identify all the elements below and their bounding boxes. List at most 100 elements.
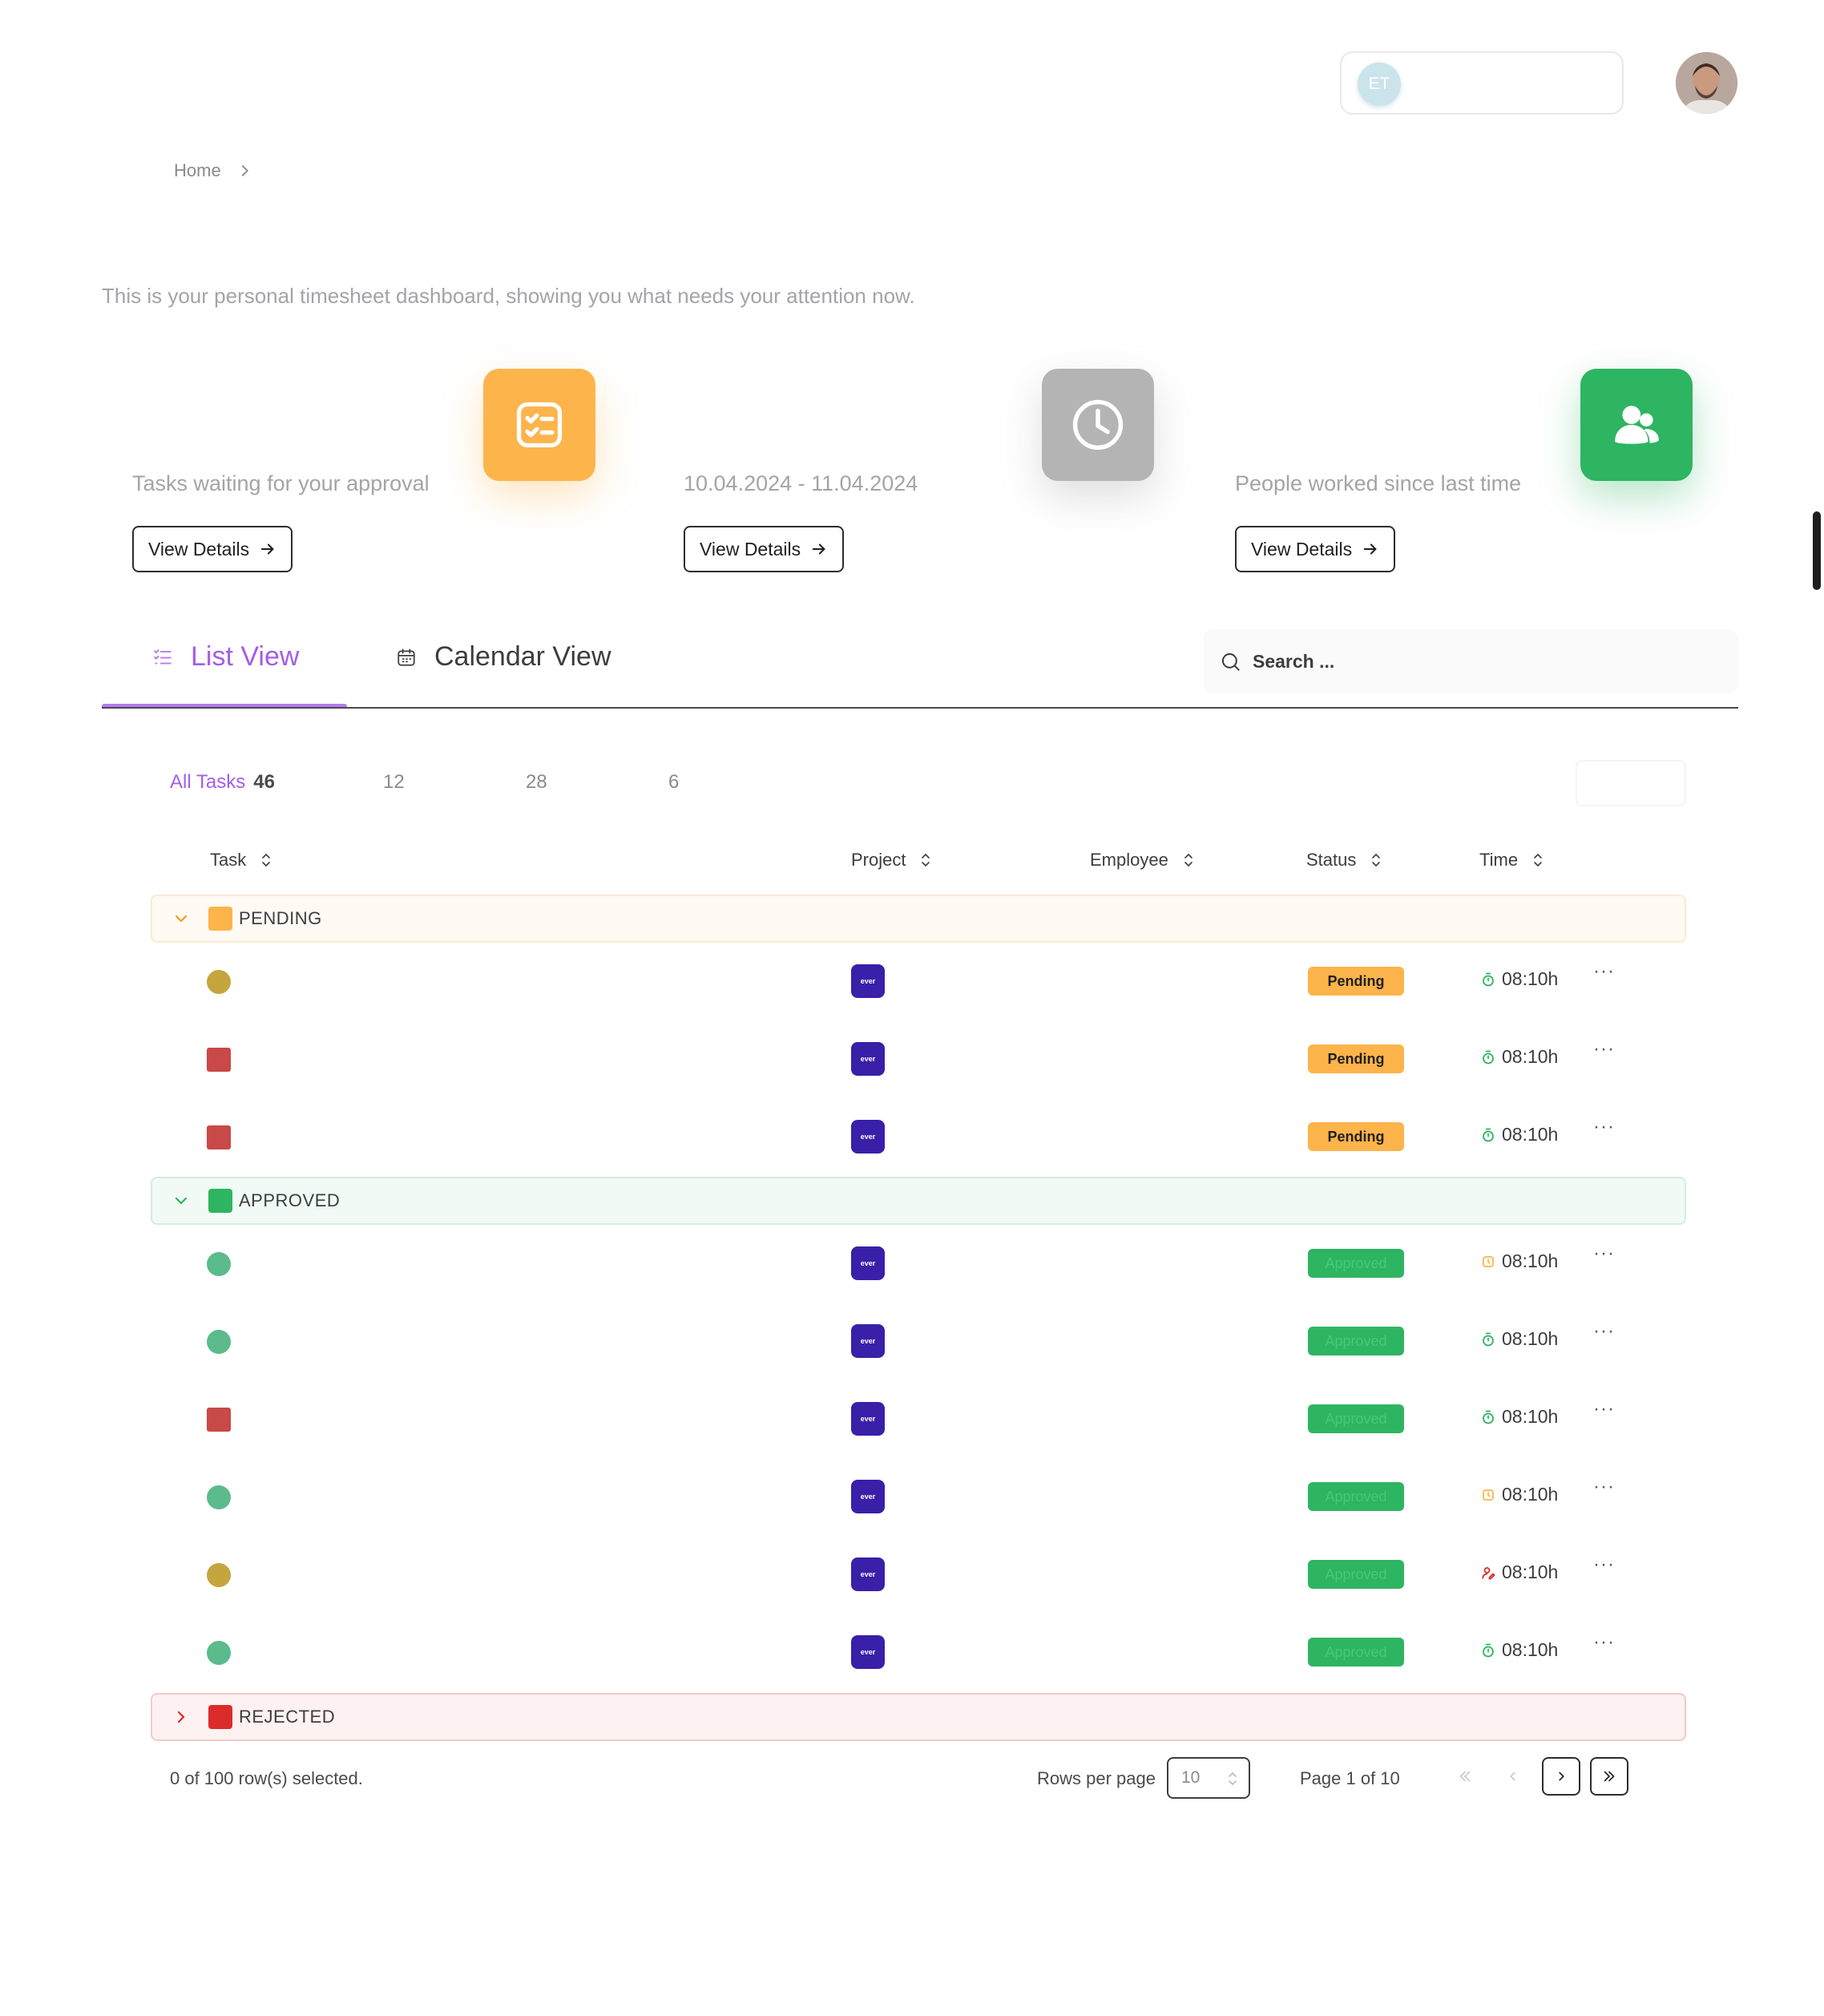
page-indicator: Page 1 of 10 bbox=[1300, 1768, 1400, 1788]
time-cell: 08:10h bbox=[1481, 1250, 1558, 1272]
filter-all-tasks[interactable]: All Tasks 46 bbox=[170, 771, 275, 794]
more-options-icon[interactable]: ··· bbox=[1593, 1242, 1615, 1265]
breadcrumb-home[interactable]: Home bbox=[174, 160, 221, 181]
filter-approved[interactable]: 28 bbox=[526, 771, 547, 794]
time-value: 08:10h bbox=[1502, 1406, 1559, 1427]
calendar-icon bbox=[397, 648, 415, 666]
next-page-button[interactable] bbox=[1542, 1757, 1580, 1796]
view-details-button[interactable]: View Details bbox=[1235, 526, 1396, 572]
list-icon bbox=[154, 648, 172, 665]
status-badge: Approved bbox=[1308, 1249, 1404, 1278]
more-options-icon[interactable]: ··· bbox=[1593, 1631, 1615, 1654]
search-input[interactable] bbox=[1253, 650, 1701, 673]
user-avatar[interactable] bbox=[1676, 52, 1737, 114]
arrow-right-icon bbox=[260, 543, 274, 555]
stat-card-approval: Tasks waiting for your approval View Det… bbox=[102, 369, 595, 577]
project-logo: ever bbox=[851, 964, 885, 998]
status-badge: Approved bbox=[1308, 1482, 1404, 1511]
sort-icon bbox=[922, 853, 930, 867]
group-color-swatch bbox=[208, 1705, 232, 1729]
table-row[interactable]: ever Approved 08:10h ··· bbox=[151, 1536, 1686, 1613]
status-badge: Approved bbox=[1308, 1404, 1404, 1433]
more-options-icon[interactable]: ··· bbox=[1593, 1038, 1615, 1061]
more-options-icon[interactable]: ··· bbox=[1593, 1553, 1615, 1576]
group-header-rejected[interactable]: REJECTED bbox=[151, 1693, 1686, 1741]
column-header-task[interactable]: Task bbox=[210, 850, 272, 871]
team-selector[interactable]: ET bbox=[1340, 51, 1624, 115]
more-options-icon[interactable]: ··· bbox=[1593, 960, 1615, 983]
more-options-icon[interactable]: ··· bbox=[1593, 1320, 1615, 1343]
tab-calendar-view[interactable]: Calendar View bbox=[396, 641, 611, 673]
more-options-icon[interactable]: ··· bbox=[1593, 1476, 1615, 1498]
project-logo: ever bbox=[851, 1635, 885, 1669]
table-row[interactable]: ever Pending 08:10h ··· bbox=[151, 943, 1686, 1020]
table-row[interactable]: ever Approved 08:10h ··· bbox=[151, 1458, 1686, 1535]
timer-icon bbox=[1481, 1050, 1495, 1065]
chevron-right-icon bbox=[241, 164, 248, 177]
filter-options-button[interactable] bbox=[1576, 760, 1686, 806]
last-page-button[interactable] bbox=[1590, 1757, 1628, 1796]
filter-rejected[interactable]: 6 bbox=[668, 771, 679, 794]
column-label: Project bbox=[851, 850, 906, 870]
filter-pending[interactable]: 12 bbox=[383, 771, 405, 794]
view-details-button[interactable]: View Details bbox=[132, 526, 293, 572]
time-value: 08:10h bbox=[1502, 968, 1559, 989]
chevron-right-icon[interactable] bbox=[172, 1707, 191, 1727]
chevron-down-icon[interactable] bbox=[172, 1191, 191, 1210]
filter-count: 28 bbox=[526, 771, 547, 793]
user-edit-icon bbox=[1481, 1566, 1495, 1580]
stat-card-period: 10.04.2024 - 11.04.2024 View Details bbox=[653, 369, 1154, 577]
group-header-pending[interactable]: PENDING bbox=[151, 895, 1686, 943]
status-badge: Approved bbox=[1308, 1638, 1404, 1667]
manual-time-icon bbox=[1481, 1254, 1495, 1269]
task-priority-marker bbox=[207, 1125, 231, 1149]
time-cell: 08:10h bbox=[1481, 1124, 1558, 1145]
group-header-approved[interactable]: APPROVED bbox=[151, 1177, 1686, 1225]
tab-label: List View bbox=[191, 641, 300, 672]
filter-count: 12 bbox=[383, 771, 405, 793]
task-priority-marker bbox=[207, 1408, 231, 1432]
group-color-swatch bbox=[208, 1189, 232, 1213]
time-value: 08:10h bbox=[1502, 1046, 1559, 1067]
team-avatar: ET bbox=[1358, 63, 1401, 106]
chevrons-left-icon bbox=[1459, 1771, 1471, 1782]
search-box bbox=[1204, 629, 1737, 693]
timer-icon bbox=[1481, 1128, 1495, 1142]
table-row[interactable]: ever Approved 08:10h ··· bbox=[151, 1380, 1686, 1457]
more-options-icon[interactable]: ··· bbox=[1593, 1116, 1615, 1138]
status-badge: Approved bbox=[1308, 1327, 1404, 1355]
column-header-employee[interactable]: Employee bbox=[1090, 850, 1194, 871]
time-cell: 08:10h bbox=[1481, 1561, 1558, 1583]
table-row[interactable]: ever Pending 08:10h ··· bbox=[151, 1020, 1686, 1097]
project-logo: ever bbox=[851, 1480, 885, 1513]
group-color-swatch bbox=[208, 907, 232, 931]
group-name: REJECTED bbox=[239, 1707, 336, 1727]
table-row[interactable]: ever Approved 08:10h ··· bbox=[151, 1225, 1686, 1302]
table-row[interactable]: ever Pending 08:10h ··· bbox=[151, 1098, 1686, 1175]
column-header-status[interactable]: Status bbox=[1306, 850, 1382, 871]
time-value: 08:10h bbox=[1502, 1328, 1559, 1349]
time-cell: 08:10h bbox=[1481, 1046, 1558, 1068]
table-row[interactable]: ever Approved 08:10h ··· bbox=[151, 1303, 1686, 1380]
chevron-down-icon[interactable] bbox=[172, 909, 191, 928]
rows-per-page-select[interactable]: 10 bbox=[1167, 1757, 1250, 1799]
time-value: 08:10h bbox=[1502, 1561, 1559, 1582]
table-row[interactable]: ever Approved 08:10h ··· bbox=[151, 1614, 1686, 1691]
filter-count: 46 bbox=[253, 771, 275, 793]
button-label: View Details bbox=[148, 538, 250, 560]
timer-icon bbox=[1481, 972, 1495, 987]
scrollbar-thumb[interactable] bbox=[1813, 511, 1821, 590]
previous-page-button[interactable] bbox=[1494, 1757, 1532, 1796]
task-priority-marker bbox=[207, 970, 231, 994]
time-value: 08:10h bbox=[1502, 1250, 1559, 1271]
first-page-button[interactable] bbox=[1446, 1757, 1484, 1796]
stat-card-people: People worked since last time View Detai… bbox=[1205, 369, 1693, 577]
view-details-button[interactable]: View Details bbox=[684, 526, 845, 572]
project-logo: ever bbox=[851, 1557, 885, 1591]
tab-list-view[interactable]: List View bbox=[152, 641, 299, 673]
task-priority-marker bbox=[207, 1252, 231, 1276]
column-header-time[interactable]: Time bbox=[1479, 850, 1544, 871]
column-header-project[interactable]: Project bbox=[851, 850, 931, 871]
more-options-icon[interactable]: ··· bbox=[1593, 1398, 1615, 1420]
timer-icon bbox=[1481, 1643, 1495, 1658]
